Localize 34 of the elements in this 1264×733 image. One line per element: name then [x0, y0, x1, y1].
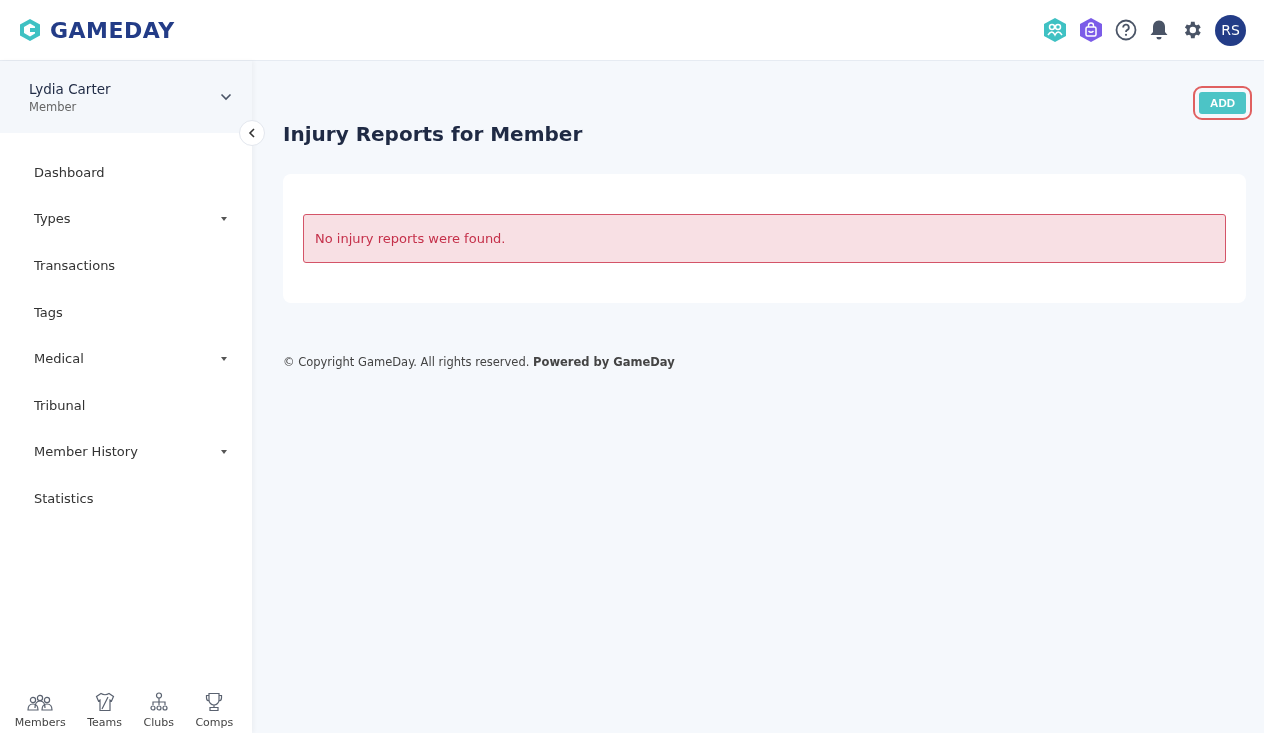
- bottom-nav-item[interactable]: Teams: [87, 681, 122, 729]
- caret-icon: [221, 216, 227, 221]
- people-icon: [27, 694, 54, 712]
- hierarchy-icon: [149, 692, 168, 712]
- sidebar-item[interactable]: Tribunal: [0, 381, 252, 429]
- sidebar-item[interactable]: Member History: [0, 428, 252, 476]
- sidebar-item[interactable]: Dashboard: [0, 149, 252, 196]
- sidebar-item[interactable]: Transactions: [0, 242, 252, 289]
- bottom-nav-item[interactable]: Clubs: [143, 681, 174, 729]
- user-avatar[interactable]: RS: [1215, 14, 1246, 46]
- bottom-nav-item[interactable]: Members: [14, 681, 66, 729]
- user-panel[interactable]: Lydia Carter Member: [0, 61, 252, 133]
- bag-hexagon-icon[interactable]: [1079, 17, 1103, 43]
- sidebar-item[interactable]: Tags: [0, 288, 252, 336]
- notification-bell-icon[interactable]: [1149, 19, 1169, 41]
- caret-icon: [221, 356, 227, 361]
- chevron-down-icon[interactable]: [220, 93, 232, 101]
- caret-icon: [221, 449, 227, 454]
- collapse-sidebar-button[interactable]: [239, 120, 265, 146]
- empty-state-alert: No injury reports were found.: [303, 214, 1226, 263]
- user-name: Lydia Carter: [29, 80, 111, 97]
- trophy-icon: [205, 692, 224, 712]
- shirt-icon: [94, 692, 115, 712]
- sidebar-item[interactable]: Medical: [0, 335, 252, 382]
- copyright-text: © Copyright GameDay. All rights reserved. Powered by GameDay: [283, 355, 676, 369]
- chevron-left-icon: [248, 128, 256, 138]
- sidebar-item[interactable]: Statistics: [0, 475, 252, 522]
- sidebar-item[interactable]: Types: [0, 195, 252, 243]
- page-title: Injury Reports for Member: [283, 122, 584, 146]
- bottom-nav-item[interactable]: Comps: [195, 681, 234, 729]
- user-role: Member: [29, 99, 78, 114]
- help-icon[interactable]: [1115, 19, 1137, 41]
- logo-text[interactable]: GAMEDAY: [50, 17, 175, 43]
- logo-icon: [18, 17, 42, 43]
